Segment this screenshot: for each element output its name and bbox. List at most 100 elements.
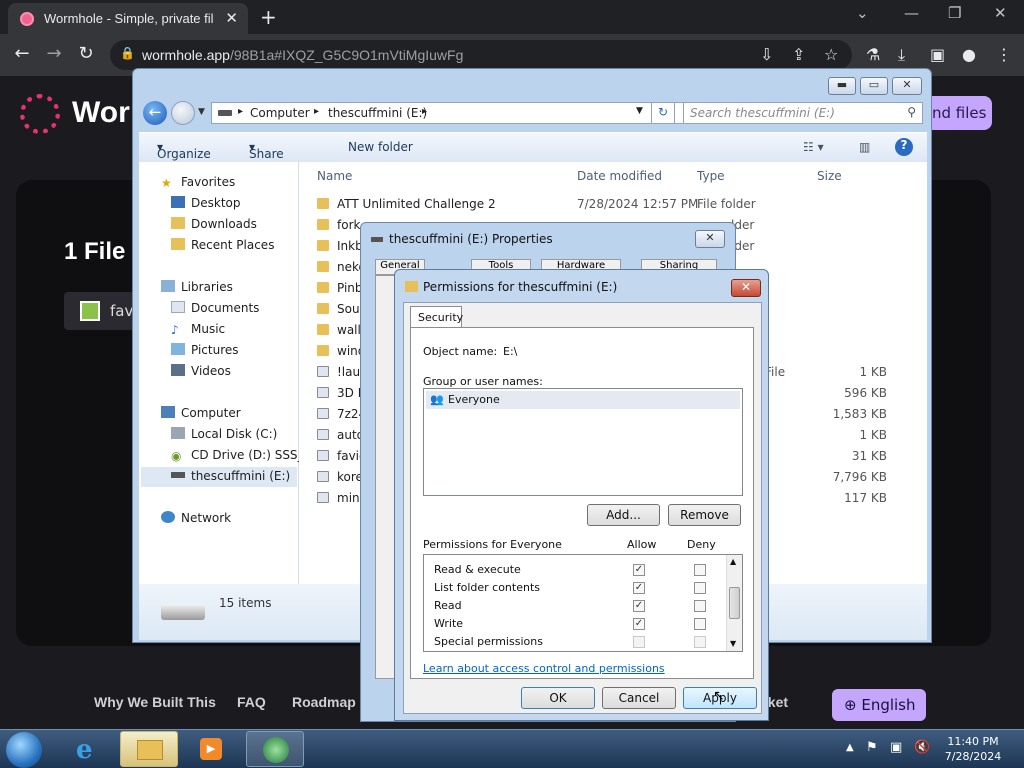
nav-music[interactable]: ♪ Music <box>171 322 225 337</box>
refresh-icon[interactable]: ↻ <box>651 102 675 124</box>
tray-expand-icon[interactable]: ▲ <box>846 742 854 753</box>
media-player-icon[interactable]: ▶ <box>182 731 240 767</box>
file-row[interactable]: 3D P <box>317 386 365 400</box>
deny-checkbox[interactable] <box>694 636 706 648</box>
new-folder-button[interactable]: New folder <box>348 140 413 154</box>
forward-arrow-icon[interactable] <box>171 101 195 125</box>
file-row[interactable]: wall <box>317 323 361 337</box>
allow-checkbox[interactable]: ✓ <box>633 564 645 576</box>
minimize-icon[interactable]: — <box>904 4 919 22</box>
install-icon[interactable]: ⇩ <box>760 45 773 64</box>
remove-button[interactable]: Remove <box>668 504 741 526</box>
nav-libraries[interactable]: Libraries <box>161 280 233 294</box>
nav-recent-places[interactable]: Recent Places <box>171 238 274 252</box>
help-icon[interactable]: ? <box>895 138 913 156</box>
column-name[interactable]: Name <box>317 169 352 183</box>
file-row[interactable]: favic <box>317 449 366 463</box>
share-with-menu[interactable]: Share with ▾ <box>249 140 284 175</box>
footer-link-faq[interactable]: FAQ <box>237 694 266 710</box>
file-row[interactable]: ATT Unlimited Challenge 2 <box>317 197 496 211</box>
nav-documents[interactable]: Documents <box>171 301 259 315</box>
allow-checkbox[interactable] <box>633 636 645 648</box>
close-window-icon[interactable]: ✕ <box>994 4 1007 22</box>
nav-computer[interactable]: Computer <box>161 406 241 420</box>
action-center-flag-icon[interactable]: ⚑ <box>866 740 878 755</box>
allow-checkbox[interactable]: ✓ <box>633 618 645 630</box>
bookmark-star-icon[interactable]: ☆ <box>824 45 838 64</box>
scroll-thumb[interactable] <box>729 587 740 619</box>
nav-favorites[interactable]: ★ Favorites <box>161 175 235 190</box>
side-panel-icon[interactable]: ▣ <box>930 45 945 64</box>
add-button[interactable]: Add... <box>587 504 660 526</box>
deny-checkbox[interactable] <box>694 618 706 630</box>
file-row[interactable]: Pinb <box>317 281 363 295</box>
nav-pictures[interactable]: Pictures <box>171 343 239 357</box>
learn-access-control-link[interactable]: Learn about access control and permissio… <box>423 662 665 675</box>
deny-checkbox[interactable] <box>694 564 706 576</box>
file-explorer-taskbar-icon[interactable] <box>120 731 178 767</box>
reload-icon[interactable]: ↻ <box>74 43 98 64</box>
address-dropdown-icon[interactable]: ▼ <box>636 106 643 116</box>
profile-icon[interactable]: ● <box>962 45 976 64</box>
file-row[interactable]: fork <box>317 218 360 232</box>
deny-checkbox[interactable] <box>694 600 706 612</box>
labs-flask-icon[interactable]: ⚗ <box>866 45 880 64</box>
organize-menu[interactable]: Organize ▾ <box>157 140 211 161</box>
internet-explorer-icon[interactable]: e <box>62 731 120 767</box>
permissions-close-button[interactable]: ✕ <box>731 279 761 297</box>
explorer-maximize-button[interactable]: ▭ <box>860 77 888 95</box>
file-row[interactable]: 7z24 <box>317 407 366 421</box>
cancel-button[interactable]: Cancel <box>602 687 676 709</box>
allow-checkbox[interactable]: ✓ <box>633 582 645 594</box>
footer-link-roadmap[interactable]: Roadmap <box>292 694 356 710</box>
new-tab-icon[interactable]: + <box>260 5 277 29</box>
scroll-down-icon[interactable]: ▼ <box>730 639 736 648</box>
scroll-up-icon[interactable]: ▲ <box>730 557 736 566</box>
view-options-icon[interactable]: ☷ ▾ <box>803 140 824 154</box>
footer-link-why[interactable]: Why We Built This <box>94 694 216 710</box>
forward-icon[interactable]: → <box>42 43 66 64</box>
chevron-down-icon[interactable]: ⌄ <box>856 4 869 22</box>
explorer-minimize-button[interactable]: ▬ <box>828 77 856 95</box>
file-row[interactable]: min <box>317 491 360 505</box>
system-clock[interactable]: 11:40 PM 7/28/2024 <box>938 734 1008 764</box>
nav-thescuffmini[interactable]: thescuffmini (E:) <box>141 467 297 487</box>
file-row[interactable]: Inkb <box>317 239 363 253</box>
share-icon[interactable]: ⇪ <box>792 45 805 64</box>
breadcrumb-computer[interactable]: Computer <box>250 106 310 120</box>
nav-desktop[interactable]: Desktop <box>171 196 241 210</box>
restore-icon[interactable]: ❐ <box>948 4 961 22</box>
column-size[interactable]: Size <box>817 169 842 183</box>
download-icon[interactable]: ⤓ <box>898 45 905 65</box>
file-row[interactable]: Soul <box>317 302 363 316</box>
address-bar[interactable]: 🔒 wormhole.app/98B1a#IXQZ_G5C9O1mVtiMgIu… <box>110 40 852 70</box>
file-row[interactable]: wind <box>317 344 365 358</box>
tab-security[interactable]: Security <box>410 306 463 328</box>
explorer-search-input[interactable]: Search thescuffmini (E:) ⚲ <box>683 102 923 124</box>
ok-button[interactable]: OK <box>521 687 595 709</box>
menu-kebab-icon[interactable]: ⋮ <box>996 45 1012 64</box>
file-row[interactable]: auto <box>317 428 364 442</box>
deny-checkbox[interactable] <box>694 582 706 594</box>
file-row[interactable]: neko <box>317 260 366 274</box>
file-row[interactable]: kore <box>317 470 363 484</box>
back-arrow-icon[interactable]: ← <box>143 101 167 125</box>
close-tab-icon[interactable]: ✕ <box>225 9 238 27</box>
column-date[interactable]: Date modified <box>577 169 662 183</box>
nav-videos[interactable]: Videos <box>171 364 231 378</box>
group-user-list[interactable]: 👥 Everyone <box>423 388 743 496</box>
language-button[interactable]: ⊕ English <box>832 689 926 721</box>
preview-pane-icon[interactable]: ▥ <box>859 140 870 154</box>
history-dropdown-icon[interactable]: ▼ <box>198 107 205 117</box>
back-icon[interactable]: ← <box>10 43 34 64</box>
explorer-close-button[interactable]: ✕ <box>892 77 922 95</box>
column-type[interactable]: Type <box>697 169 725 183</box>
properties-close-button[interactable]: ✕ <box>695 230 725 248</box>
browser-tab[interactable]: Wormhole - Simple, private file ✕ <box>8 3 248 34</box>
breadcrumb-drive[interactable]: thescuffmini (E:) <box>328 106 427 120</box>
search-icon[interactable]: ⚲ <box>907 105 916 119</box>
nav-local-disk[interactable]: Local Disk (C:) <box>171 427 277 441</box>
allow-checkbox[interactable]: ✓ <box>633 600 645 612</box>
browser-taskbar-icon[interactable] <box>246 731 304 767</box>
permission-scrollbar[interactable]: ▲ ▼ <box>726 555 742 651</box>
